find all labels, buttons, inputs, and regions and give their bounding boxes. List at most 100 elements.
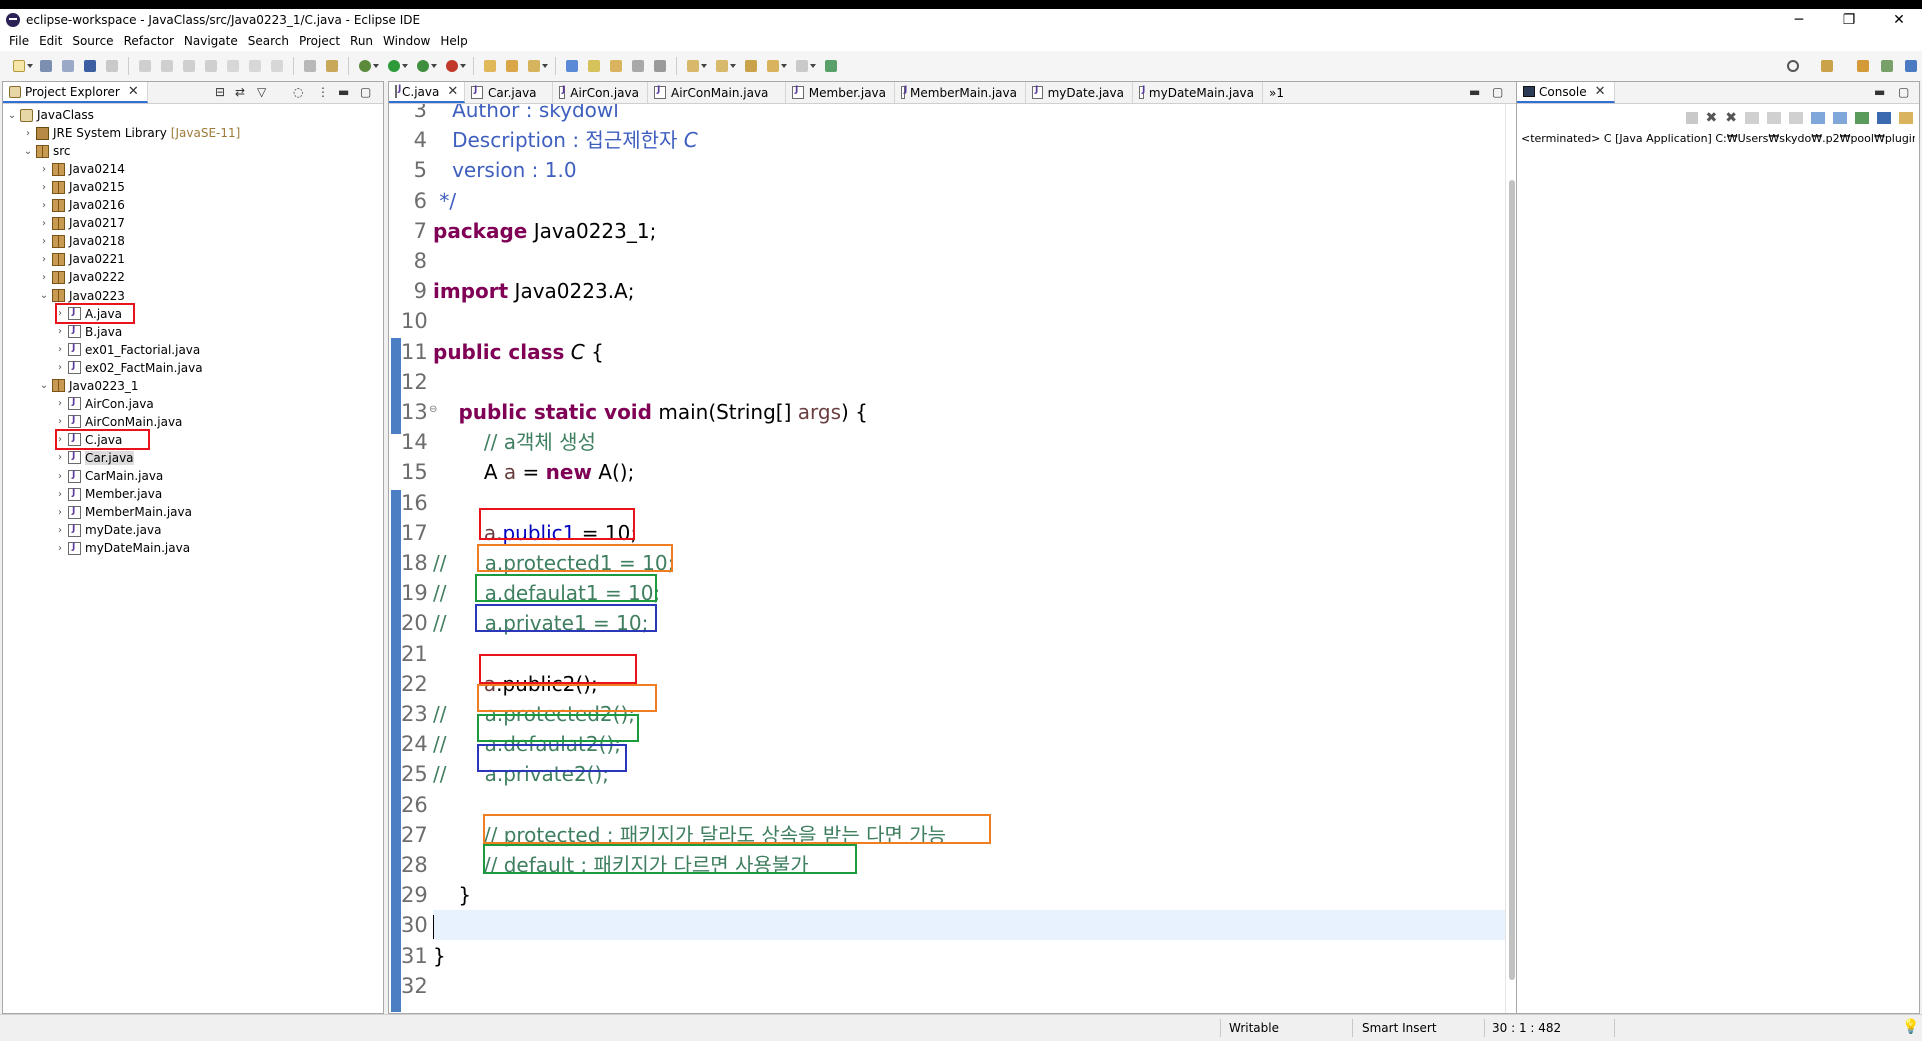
menu-navigate[interactable]: Navigate <box>179 34 243 48</box>
collapse-all-icon[interactable]: ⊟ <box>215 85 225 99</box>
debug-perspective-icon[interactable] <box>1879 58 1895 74</box>
code-line[interactable]: } <box>433 880 1505 910</box>
step-return-icon[interactable] <box>269 58 285 74</box>
code-line[interactable]: a.public1 = 10; <box>433 518 1505 548</box>
chevron-right-icon[interactable]: › <box>55 543 65 554</box>
minimize-view-icon[interactable]: ▬ <box>1874 85 1885 99</box>
tree-item[interactable]: › Member.java <box>55 485 162 503</box>
tab-console[interactable]: Console ✕ <box>1517 82 1615 103</box>
pin-editor-icon[interactable] <box>823 58 839 74</box>
menu-window[interactable]: Window <box>378 34 435 48</box>
chevron-right-icon[interactable]: › <box>55 525 65 536</box>
save-all-icon[interactable] <box>60 58 76 74</box>
resume-icon[interactable] <box>137 58 153 74</box>
close-icon[interactable]: ✕ <box>447 84 458 99</box>
tree-item[interactable]: › AirConMain.java <box>55 413 182 431</box>
show-stdout-icon[interactable] <box>1811 112 1825 124</box>
tree-item[interactable]: › JRE System Library [JavaSE-11] <box>23 124 240 142</box>
editor-tab[interactable]: C.java ✕ <box>389 82 465 103</box>
tree-item[interactable]: › Java0216 <box>39 196 125 214</box>
view-menu-icon[interactable]: ⋮ <box>317 85 329 99</box>
editor-tab[interactable]: Car.java <box>465 82 553 103</box>
open-type-icon[interactable] <box>564 58 580 74</box>
code-line[interactable] <box>433 306 1505 336</box>
code-line[interactable]: // protected : 패키지가 달라도 상속을 받는 다면 가능 <box>433 820 1505 850</box>
chevron-right-icon[interactable]: › <box>55 308 65 319</box>
tree-item[interactable]: › ex01_Factorial.java <box>55 341 200 359</box>
code-line[interactable]: // a.defaulat1 = 10; <box>433 578 1505 608</box>
toggle-mark-occurrences-icon[interactable] <box>630 58 646 74</box>
code-line[interactable]: public static void main(String[] args) { <box>433 397 1505 427</box>
menu-help[interactable]: Help <box>435 34 472 48</box>
minimize-view-icon[interactable]: ▬ <box>338 85 349 99</box>
java-ee-perspective-icon[interactable] <box>1855 58 1871 74</box>
coverage-icon[interactable] <box>415 58 437 74</box>
code-line[interactable]: } <box>433 941 1505 971</box>
code-area[interactable]: Author : skydowl Description : 접근제한자 C v… <box>433 104 1505 1013</box>
show-whitespace-icon[interactable] <box>652 58 668 74</box>
filter-icon[interactable]: ▽ <box>257 85 266 99</box>
maximize-button[interactable]: ❐ <box>1826 9 1872 31</box>
chevron-right-icon[interactable]: › <box>55 344 65 355</box>
maximize-view-icon[interactable]: ▢ <box>1898 85 1909 99</box>
close-icon[interactable]: ✕ <box>128 84 139 99</box>
code-line[interactable]: version : 1.0 <box>433 155 1505 185</box>
menu-project[interactable]: Project <box>294 34 345 48</box>
code-line[interactable]: Description : 접근제한자 C <box>433 125 1505 155</box>
menu-refactor[interactable]: Refactor <box>119 34 179 48</box>
console-vscroll[interactable] <box>1907 154 1919 999</box>
chevron-right-icon[interactable]: › <box>55 362 65 373</box>
chevron-right-icon[interactable]: › <box>39 182 49 193</box>
editor-body[interactable]: 3 4 5 6 7 8 9 10 11 12 13 14 15 16 17 18 19 20 21 22 23 24 25 2… <box>389 104 1517 1013</box>
terminate-icon[interactable] <box>181 58 197 74</box>
code-line[interactable] <box>433 246 1505 276</box>
code-line[interactable]: // default : 패키지가 다르면 사용불가 <box>433 850 1505 880</box>
code-line[interactable]: // a.protected2(); <box>433 699 1505 729</box>
tree-item[interactable]: › myDate.java <box>55 521 161 539</box>
editor-tab[interactable]: myDateMain.java <box>1133 82 1263 103</box>
code-line[interactable] <box>433 488 1505 518</box>
tree-item[interactable]: › CarMain.java <box>55 467 163 485</box>
chevron-right-icon[interactable]: › <box>39 218 49 229</box>
open-perspective-icon[interactable] <box>1819 58 1835 74</box>
chevron-right-icon[interactable]: › <box>39 236 49 247</box>
tree-item[interactable]: › myDateMain.java <box>55 539 190 557</box>
search-toolbar-icon[interactable] <box>608 58 624 74</box>
chevron-right-icon[interactable]: › <box>39 200 49 211</box>
minimize-button[interactable]: ─ <box>1776 9 1822 31</box>
tree-item[interactable]: ⌄ Java0223 <box>39 287 125 305</box>
chevron-right-icon[interactable]: › <box>39 164 49 175</box>
focus-icon[interactable]: ◌ <box>293 85 303 99</box>
maximize-view-icon[interactable]: ▢ <box>360 85 371 99</box>
open-console-icon[interactable] <box>82 58 98 74</box>
tree-item[interactable]: ⌄ src <box>23 142 71 160</box>
code-line[interactable]: Author : skydowl <box>433 104 1505 125</box>
word-wrap-icon[interactable] <box>1789 112 1803 124</box>
code-line[interactable]: // a.protected1 = 10; <box>433 548 1505 578</box>
chevron-right-icon[interactable]: › <box>55 507 65 518</box>
chevron-right-icon[interactable]: › <box>55 452 65 463</box>
build-icon[interactable] <box>324 58 340 74</box>
tree-item[interactable]: › B.java <box>55 323 122 341</box>
tree-item[interactable]: › Java0218 <box>39 232 125 250</box>
step-into-icon[interactable] <box>225 58 241 74</box>
tree-item[interactable]: › Java0214 <box>39 160 125 178</box>
chevron-right-icon[interactable]: › <box>55 326 65 337</box>
chevron-right-icon[interactable]: › <box>55 398 65 409</box>
minimize-editor-icon[interactable]: ▬ <box>1469 85 1480 99</box>
search-icon[interactable] <box>1785 58 1801 74</box>
editor-tab[interactable]: myDate.java <box>1026 82 1133 103</box>
debug-icon[interactable] <box>357 58 379 74</box>
chevron-right-icon[interactable]: › <box>55 489 65 500</box>
chevron-right-icon[interactable]: › <box>55 471 65 482</box>
external-tools-icon[interactable] <box>444 58 466 74</box>
remove-all-icon[interactable]: ✖ <box>1725 110 1737 126</box>
tree-item[interactable]: › Java0217 <box>39 214 125 232</box>
save-icon[interactable] <box>38 58 54 74</box>
new-package-icon[interactable] <box>504 58 520 74</box>
tree-item[interactable]: › C.java <box>55 431 122 449</box>
current-code-line[interactable] <box>433 910 1505 941</box>
tree-item[interactable]: › Java0215 <box>39 178 125 196</box>
skip-breakpoints-icon[interactable] <box>104 58 120 74</box>
chevron-right-icon[interactable]: › <box>55 416 65 427</box>
